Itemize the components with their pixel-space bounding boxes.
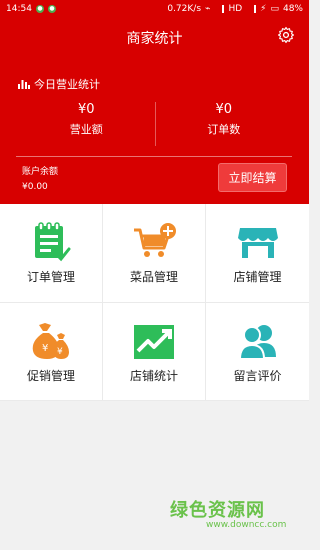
menu-store-management[interactable]: 店铺管理 — [206, 204, 309, 303]
notification-icon: ● — [35, 5, 44, 13]
battery-level: 48% — [282, 4, 303, 14]
trend-up-icon — [134, 324, 174, 359]
gear-icon[interactable] — [277, 26, 295, 44]
money-bag-icon: ¥ ¥ — [32, 322, 69, 359]
order-clipboard-icon — [35, 222, 71, 262]
today-stats-heading: 今日营业统计 — [18, 76, 100, 92]
shopping-cart-add-icon — [134, 223, 176, 257]
merchant-stats-header: 商家统计 今日营业统计 ¥0 营业额 ¥0 订单数 账户余额 ¥0.00 立即结… — [0, 18, 309, 210]
storefront-icon — [237, 228, 278, 258]
menu-reviews[interactable]: 留言评价 — [206, 302, 309, 401]
menu-promotion-management[interactable]: ¥ ¥ 促销管理 — [0, 302, 103, 401]
network-type: HD — [228, 4, 243, 14]
today-stats-label: 今日营业统计 — [34, 78, 100, 91]
menu-label: 留言评价 — [233, 368, 282, 383]
menu-label: 促销管理 — [26, 368, 75, 383]
status-time: 14:54 — [6, 4, 32, 14]
orders-label: 订单数 — [207, 123, 241, 136]
wifi-icon: ⌁ — [205, 4, 211, 14]
watermark-logo: 绿色资源网 — [170, 500, 265, 521]
signal-icon-2 — [246, 5, 257, 13]
app-notification-icon: ● — [47, 5, 56, 13]
watermark-url: www.downcc.com — [206, 520, 287, 530]
today-stats: ¥0 营业额 ¥0 订单数 — [18, 102, 292, 146]
menu-grid: 订单管理 菜品管理 店铺管理 ¥ ¥ 促销管理 店铺统计 留言评价 — [0, 204, 309, 401]
balance-divider — [16, 156, 292, 157]
revenue-label: 营业额 — [69, 123, 103, 136]
menu-store-statistics[interactable]: 店铺统计 — [103, 302, 206, 401]
page-title: 商家统计 — [126, 31, 183, 47]
orders-stat: ¥0 订单数 — [156, 102, 293, 146]
svg-text:¥: ¥ — [42, 343, 48, 354]
revenue-value: ¥0 — [77, 102, 95, 117]
menu-dish-management[interactable]: 菜品管理 — [103, 204, 206, 303]
balance-label: 账户余额 — [22, 167, 59, 177]
menu-order-management[interactable]: 订单管理 — [0, 204, 103, 303]
settle-now-button[interactable]: 立即结算 — [218, 163, 287, 192]
users-icon — [238, 324, 276, 360]
battery-icon: ▭ — [270, 4, 279, 14]
charging-icon: ⚡ — [260, 4, 267, 14]
menu-label: 店铺统计 — [129, 368, 178, 383]
menu-label: 店铺管理 — [233, 270, 282, 284]
network-speed: 0.72K/s — [167, 4, 202, 14]
svg-text:¥: ¥ — [57, 347, 63, 357]
status-bar: 14:54 ● ● 0.72K/s ⌁ HD ⚡ ▭ 48% — [0, 0, 309, 18]
menu-label: 订单管理 — [26, 270, 75, 284]
balance-value: ¥0.00 — [22, 182, 48, 192]
revenue-stat: ¥0 营业额 — [18, 102, 155, 146]
bar-chart-icon — [18, 80, 30, 89]
orders-value: ¥0 — [215, 102, 233, 117]
signal-icon — [214, 5, 225, 13]
menu-label: 菜品管理 — [129, 270, 178, 284]
